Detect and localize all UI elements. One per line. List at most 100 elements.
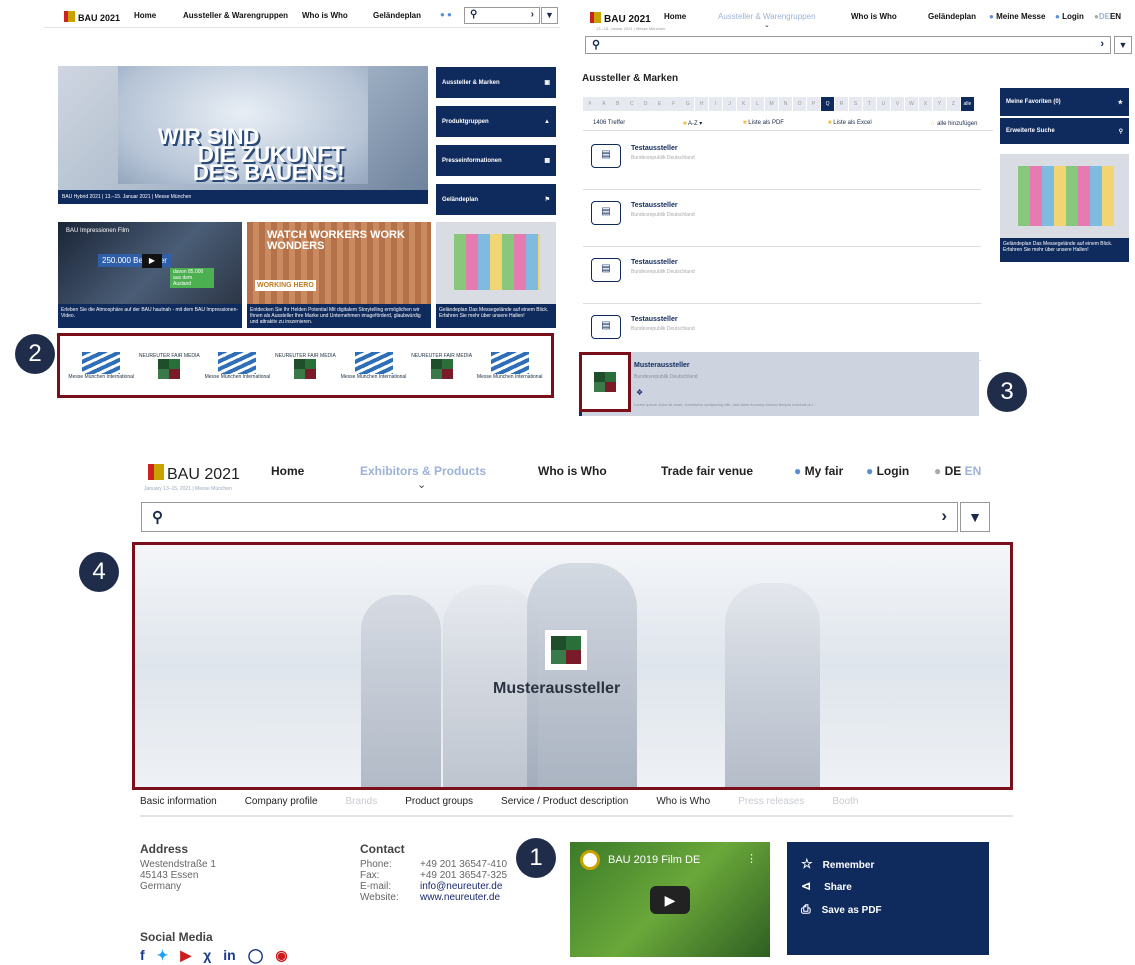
login-link[interactable]: ● Login	[866, 464, 909, 478]
nav-gelaendeplan[interactable]: Geländeplan	[373, 11, 421, 20]
exhibitor-logo-highlight[interactable]	[579, 352, 631, 412]
card-gelaendeplan[interactable]: Geländeplan Das Messegelände auf einem B…	[436, 222, 556, 328]
list-item[interactable]: ▤ Testaussteller Bundesrepublik Deutschlan…	[583, 190, 981, 247]
pinterest-icon[interactable]: ◉	[275, 947, 287, 964]
btn-gelaendeplan[interactable]: Geländeplan ⚑	[436, 184, 556, 215]
nav-aussteller[interactable]: Aussteller & Warengruppen	[183, 11, 288, 20]
letter-filter[interactable]: T	[862, 97, 877, 111]
letter-filter-active[interactable]: Q	[820, 97, 835, 111]
letter-filter[interactable]: #	[583, 97, 597, 111]
more-vert-icon[interactable]: ⋮	[746, 852, 757, 865]
youtube-icon[interactable]: ▶	[180, 947, 191, 964]
letter-filter[interactable]: V	[890, 97, 905, 111]
filter-icon[interactable]: ▼	[1114, 36, 1132, 54]
letter-filter[interactable]: J	[722, 97, 737, 111]
filter-icon[interactable]: ▼	[541, 7, 558, 24]
list-item[interactable]: ▤ Testaussteller Bundesrepublik Deutschlan…	[583, 133, 981, 190]
instagram-icon[interactable]: ◯	[248, 947, 264, 964]
letter-filter[interactable]: S	[848, 97, 863, 111]
nav-who-is-who[interactable]: Who is Who	[538, 464, 607, 478]
exhibitor-name[interactable]: Testaussteller	[631, 316, 678, 323]
sponsor-logo[interactable]: NEUREUTER FAIR MEDIA	[411, 353, 472, 379]
alphabet-filter[interactable]: # A B C D E F G H I J K L M N O P Q R S T U V W X Y Zalle	[583, 92, 993, 111]
nav-trade-fair-venue[interactable]: Trade fair venue	[661, 464, 753, 478]
twitter-icon[interactable]: ✦	[157, 947, 169, 964]
nav-home[interactable]: Home	[271, 464, 304, 478]
export-pdf[interactable]: ■ Liste als PDF	[743, 120, 784, 126]
letter-filter[interactable]: C	[624, 97, 639, 111]
nav-home[interactable]: Home	[134, 11, 156, 20]
tab-basic-information[interactable]: Basic information	[140, 796, 217, 807]
panel-b-search[interactable]: ⚲ ›	[585, 36, 1111, 54]
letter-filter[interactable]: X	[918, 97, 933, 111]
website-link[interactable]: www.neureuter.de	[420, 892, 507, 903]
favorites-button[interactable]: Meine Favoriten (0) ★	[1000, 88, 1129, 116]
exhibitor-name[interactable]: Testaussteller	[631, 202, 678, 209]
save-pdf-action[interactable]: ⎙ Save as PDF	[801, 902, 882, 917]
letter-filter[interactable]: E	[652, 97, 667, 111]
chevron-right-icon[interactable]: ›	[941, 506, 947, 526]
remember-action[interactable]: ☆ Remember	[801, 856, 874, 872]
letter-filter[interactable]: W	[904, 97, 919, 111]
panel-b-logo[interactable]: BAU 2021	[590, 12, 651, 25]
btn-aussteller-marken[interactable]: Aussteller & Marken ▣	[436, 67, 556, 98]
nav-who-is-who[interactable]: Who is Who	[851, 12, 897, 21]
letter-filter[interactable]: F	[666, 97, 681, 111]
xing-icon[interactable]: χ	[203, 947, 211, 964]
tab-service-product-description[interactable]: Service / Product description	[501, 796, 628, 807]
login-link[interactable]: ● Login	[1055, 12, 1084, 21]
letter-filter[interactable]: O	[792, 97, 807, 111]
chevron-right-icon[interactable]: ›	[1100, 38, 1104, 50]
letter-filter[interactable]: G	[680, 97, 695, 111]
letter-filter[interactable]: Z	[946, 97, 961, 111]
panel-a-logo[interactable]: BAU 2021	[64, 11, 120, 23]
panel-a-search[interactable]: ⚲ ›	[464, 7, 540, 24]
btn-presseinformationen[interactable]: Presseinformationen ▩	[436, 145, 556, 176]
sponsor-logo[interactable]: Messe München International	[205, 351, 270, 380]
video-embed[interactable]: BAU 2019 Film DE ⋮ ▶	[570, 842, 770, 957]
tab-who-is-who[interactable]: Who is Who	[656, 796, 710, 807]
exhibitor-name[interactable]: Testaussteller	[631, 259, 678, 266]
letter-filter[interactable]: Y	[932, 97, 947, 111]
letter-filter[interactable]: B	[610, 97, 625, 111]
nav-who-is-who[interactable]: Who is Who	[302, 11, 348, 20]
info-icon[interactable]: ❖	[636, 388, 643, 397]
facebook-icon[interactable]: f	[140, 947, 145, 964]
sponsor-logo[interactable]: Messe München International	[341, 351, 406, 380]
letter-filter[interactable]: K	[736, 97, 751, 111]
letter-filter[interactable]: P	[806, 97, 821, 111]
chevron-right-icon[interactable]: ›	[531, 9, 534, 20]
meine-messe-link[interactable]: ● Meine Messe	[989, 12, 1045, 21]
language-switch[interactable]: ●DEEN	[1094, 12, 1121, 21]
exhibitor-name[interactable]: Musteraussteller	[634, 362, 690, 369]
play-icon[interactable]: ▶	[650, 886, 690, 914]
letter-filter[interactable]: R	[834, 97, 849, 111]
user-lock-icons[interactable]: ● ●	[440, 10, 452, 19]
nav-exhibitors-active[interactable]: Exhibitors & Products	[360, 464, 486, 478]
letter-filter[interactable]: N	[778, 97, 793, 111]
my-fair-link[interactable]: ● My fair	[794, 464, 843, 478]
letter-filter[interactable]: U	[876, 97, 891, 111]
letter-filter[interactable]: M	[764, 97, 779, 111]
letter-filter-all[interactable]: alle	[960, 97, 975, 111]
advanced-search-button[interactable]: Erweiterte Suche ⚲	[1000, 118, 1129, 144]
tab-product-groups[interactable]: Product groups	[405, 796, 473, 807]
btn-produktgruppen[interactable]: Produktgruppen ▲	[436, 106, 556, 137]
phone-value[interactable]: +49 201 36547-410	[420, 859, 507, 870]
filter-icon[interactable]: ▼	[960, 502, 990, 532]
language-switch[interactable]: ● DE EN	[934, 464, 981, 478]
exhibitor-name[interactable]: Testaussteller	[631, 145, 678, 152]
letter-filter[interactable]: L	[750, 97, 765, 111]
sponsor-logo[interactable]: Messe München International	[68, 351, 134, 380]
panel-c-search[interactable]: ⚲ ›	[141, 502, 958, 532]
sponsor-logo[interactable]: Messe München International	[477, 351, 542, 380]
add-all[interactable]: ☆ alle hinzufügen	[930, 120, 977, 127]
panel-c-logo[interactable]: BAU 2021	[148, 464, 240, 484]
sponsor-logo[interactable]: NEUREUTER FAIR MEDIA	[275, 353, 336, 379]
export-excel[interactable]: ■ Liste als Excel	[828, 120, 872, 126]
panel-a-hero[interactable]: WIR SIND DIE ZUKUNFT DES BAUENS! BAU Hyb…	[58, 66, 428, 204]
tab-company-profile[interactable]: Company profile	[245, 796, 318, 807]
nav-gelaendeplan[interactable]: Geländeplan	[928, 12, 976, 21]
linkedin-icon[interactable]: in	[223, 947, 235, 964]
letter-filter[interactable]: A	[596, 97, 611, 111]
